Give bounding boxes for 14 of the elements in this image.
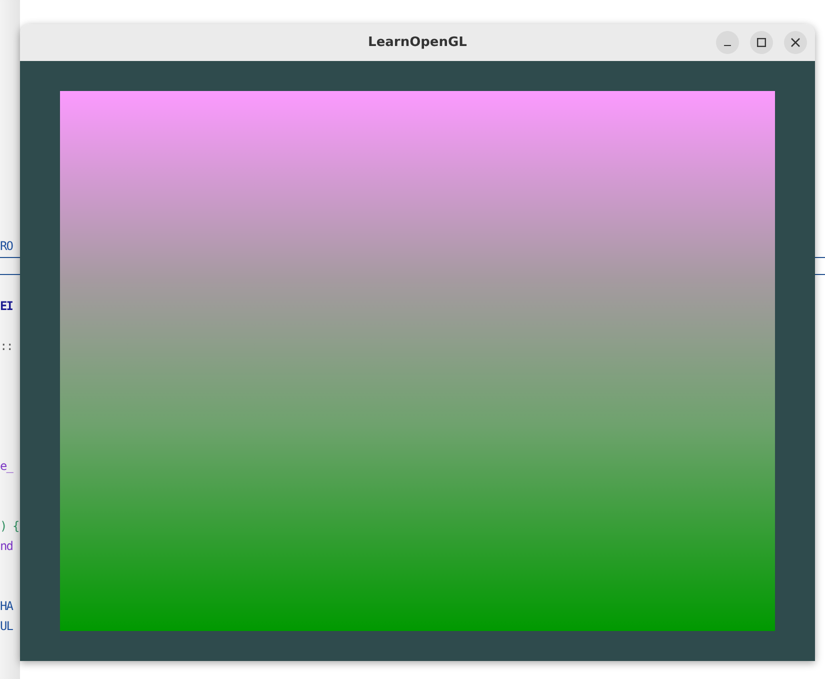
minimize-icon [724, 44, 731, 46]
code-fragment: ) { [0, 518, 19, 535]
code-fragment: :: [0, 338, 12, 355]
code-fragment: HA [0, 598, 12, 615]
maximize-icon [757, 38, 766, 47]
code-fragment: e_ [0, 458, 12, 475]
close-icon [791, 38, 800, 47]
window-title: LearnOpenGL [368, 34, 467, 52]
code-fragment: RO [0, 238, 12, 255]
close-button[interactable] [784, 31, 807, 54]
code-fragment: nd [0, 538, 12, 555]
code-fragment: UL [0, 618, 12, 635]
code-fragment: EI [0, 298, 12, 315]
maximize-button[interactable] [750, 31, 773, 54]
